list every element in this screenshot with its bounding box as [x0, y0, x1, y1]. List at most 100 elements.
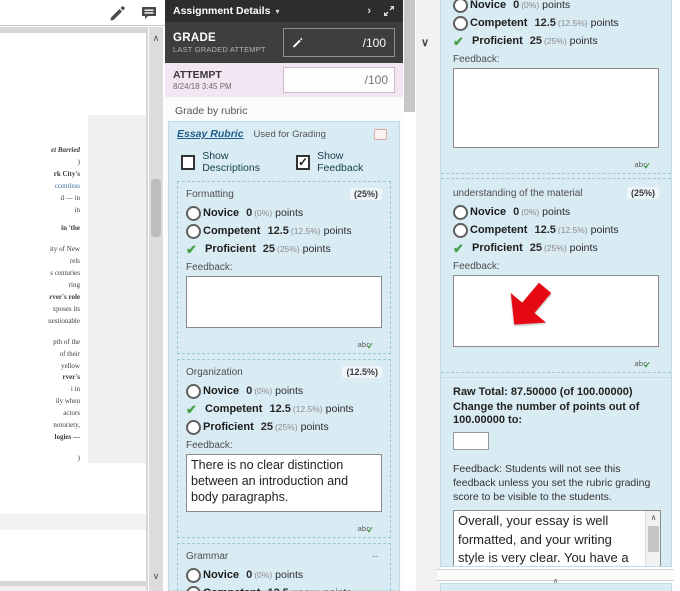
selected-check-icon[interactable]: ✔ — [186, 402, 203, 417]
points-word: points — [324, 225, 352, 237]
rubric-level-option[interactable]: Competent12.5(12.5%)points — [453, 221, 659, 239]
essay-rubric-link[interactable]: Essay Rubric — [177, 128, 244, 140]
panel-divider: ∨ — [416, 0, 440, 591]
sidebar-scrollbar[interactable] — [403, 0, 416, 591]
textarea-scrollbar[interactable]: ∧ ∨ — [645, 511, 660, 567]
level-radio[interactable] — [186, 224, 201, 239]
rubric-level-option[interactable]: Proficient25(25%)points — [186, 418, 382, 436]
level-radio[interactable] — [453, 0, 468, 13]
doc-text-fragment: in 'the — [0, 223, 80, 235]
attempt-section: ATTEMPT 8/24/18 3:45 PM — [165, 63, 403, 97]
grade-by-rubric-label: Grade by rubric — [165, 97, 403, 121]
expand-fullscreen-icon[interactable] — [383, 5, 395, 17]
level-percent: (0%) — [521, 0, 539, 10]
criterion-levels: Novice0(0%)points✔Competent12.5(12.5%)po… — [186, 382, 382, 436]
selected-check-icon[interactable]: ✔ — [453, 241, 470, 256]
attempt-grade-input[interactable] — [283, 67, 395, 93]
doc-text-fragment: d — in — [0, 193, 80, 205]
scroll-up-icon[interactable]: ∧ — [646, 511, 661, 524]
criterion-feedback-input[interactable] — [453, 68, 659, 148]
rubric-level-option[interactable]: Novice0(0%)points — [453, 0, 659, 14]
criteria-list-left: Formatting (25%) Novice0(0%)pointsCompet… — [169, 181, 399, 591]
spellcheck-control[interactable]: abc✓ — [186, 518, 382, 531]
criterion-feedback-input[interactable] — [453, 275, 659, 347]
doc-text-fragment: xposes its — [0, 304, 80, 316]
scrollbar-thumb[interactable] — [404, 0, 415, 112]
scrollbar-thumb[interactable] — [648, 526, 659, 552]
scroll-down-icon[interactable]: ∨ — [149, 569, 163, 583]
points-word: points — [591, 224, 619, 236]
level-radio[interactable] — [186, 384, 201, 399]
doc-text-fragment: ccentless — [0, 181, 80, 193]
rubric-collapse-icon[interactable] — [374, 129, 387, 140]
rubric-level-option[interactable]: Novice0(0%)points — [186, 204, 382, 222]
level-radio[interactable] — [186, 420, 201, 435]
doc-text-fragment: pth of the — [0, 337, 80, 349]
show-feedback-checkbox[interactable]: ✓ — [296, 155, 310, 170]
grade-sublabel: LAST GRADED ATTEMPT — [173, 45, 283, 54]
rubric-usage-label: Used for Grading — [254, 129, 374, 140]
criterion-feedback-input[interactable] — [186, 454, 382, 512]
doc-text-fragment: ring — [0, 280, 80, 292]
level-radio[interactable] — [453, 223, 468, 238]
page-content-block — [0, 514, 146, 530]
spellcheck-control[interactable]: abc✓ — [453, 154, 659, 167]
document-scrollbar[interactable]: ∧ ∨ — [149, 27, 163, 591]
rubric-level-option[interactable]: Novice0(0%)points — [186, 382, 382, 400]
edit-grade-pencil-icon[interactable] — [286, 31, 309, 54]
rubric-level-option[interactable]: Novice0(0%)points — [186, 566, 382, 584]
document-panel: et Barried)rk City'sccentlessd — ininin … — [0, 0, 165, 591]
scroll-up-icon[interactable]: ∧ — [149, 31, 163, 45]
document-viewport[interactable]: et Barried)rk City'sccentlessd — ininin … — [0, 27, 148, 591]
rubric-level-option[interactable]: Competent12.5(12.5%)points — [186, 222, 382, 240]
doc-text-fragment: s centuries — [0, 268, 80, 280]
criterion-levels: Novice0(0%)pointsCompetent12.5(12.5%)poi… — [453, 203, 659, 257]
feedback-label: Feedback: — [453, 54, 659, 65]
level-percent: (0%) — [521, 207, 539, 217]
grade-input[interactable]: /100 — [283, 28, 395, 57]
rubric-level-option[interactable]: ✔Proficient25(25%)points — [186, 240, 382, 258]
points-word: points — [275, 207, 303, 219]
level-radio[interactable] — [186, 206, 201, 221]
overall-feedback-input[interactable]: Overall, your essay is well formatted, a… — [453, 510, 661, 567]
selected-check-icon[interactable]: ✔ — [453, 34, 470, 49]
criterion-weight-badge: (25%) — [350, 188, 382, 200]
rubric-title-row: Essay Rubric Used for Grading — [169, 122, 399, 145]
chevron-down-icon[interactable]: ∨ — [421, 36, 429, 49]
points-word: points — [591, 17, 619, 29]
spellcheck-control[interactable]: abc✓ — [186, 334, 382, 347]
criterion-weight-badge: -- — [368, 550, 382, 562]
doc-text-fragment: ily when — [0, 396, 80, 408]
rubric-criterion: Novice0(0%)pointsCompetent12.5(12.5%)poi… — [441, 0, 671, 174]
panel-collapse-strip[interactable]: ∧ — [437, 569, 674, 581]
rubric-level-option[interactable]: ✔Proficient25(25%)points — [453, 239, 659, 257]
assignment-details-menu[interactable]: Assignment Details — [173, 5, 270, 17]
level-radio[interactable] — [453, 16, 468, 31]
rubric-level-option[interactable]: Competent12.5(12.5%)points — [186, 584, 382, 591]
level-radio[interactable] — [186, 586, 201, 591]
selected-check-icon[interactable]: ✔ — [186, 242, 203, 257]
points-override-input[interactable] — [453, 432, 489, 450]
collapse-panel-icon[interactable]: › — [367, 5, 371, 17]
annotate-pencil-icon[interactable] — [108, 4, 126, 22]
level-radio[interactable] — [186, 568, 201, 583]
criterion-weight-badge: (25%) — [627, 187, 659, 199]
spellcheck-control[interactable]: abc✓ — [453, 353, 659, 366]
rubric-level-option[interactable]: Competent12.5(12.5%)points — [453, 14, 659, 32]
rubric-level-option[interactable]: ✔Competent12.5(12.5%)points — [186, 400, 382, 418]
criterion-feedback-input[interactable] — [186, 276, 382, 328]
doc-text-fragment: rver's role — [0, 292, 80, 304]
level-name: Proficient — [203, 421, 254, 433]
criterion-name: Organization — [186, 367, 342, 378]
overall-feedback-text: Overall, your essay is well formatted, a… — [458, 512, 640, 567]
rubric-level-option[interactable]: ✔Proficient25(25%)points — [453, 32, 659, 50]
document-text-column: et Barried)rk City'sccentlessd — ininin … — [0, 145, 80, 465]
rubric-criterion: Grammar -- Novice0(0%)pointsCompetent12.… — [177, 543, 391, 591]
scrollbar-thumb[interactable] — [151, 179, 161, 237]
rubric-level-option[interactable]: Novice0(0%)points — [453, 203, 659, 221]
show-descriptions-checkbox[interactable] — [181, 155, 195, 170]
level-percent: (12.5%) — [558, 225, 588, 235]
level-radio[interactable] — [453, 205, 468, 220]
level-points: 0 — [513, 0, 519, 11]
comment-icon[interactable] — [140, 4, 158, 22]
